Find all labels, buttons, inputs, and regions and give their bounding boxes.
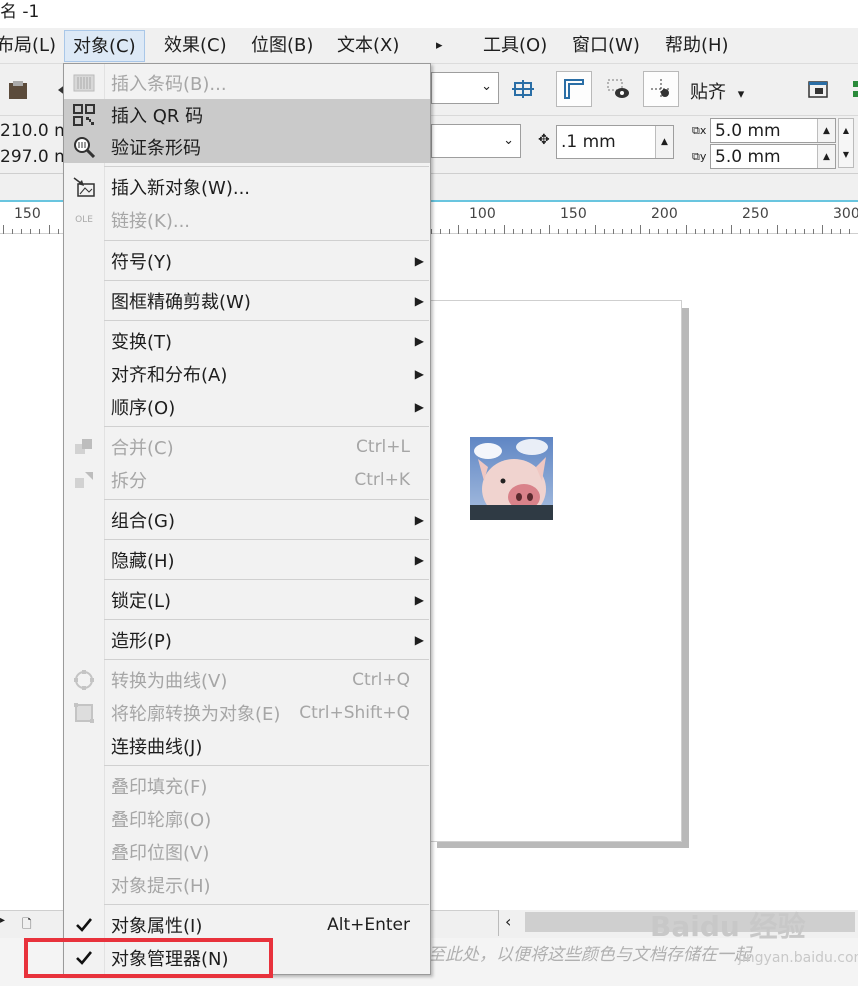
submenu-arrow-icon: ▶ bbox=[414, 366, 424, 381]
zoom-select[interactable]: ⌄ bbox=[431, 72, 499, 104]
checkmark-icon bbox=[64, 908, 104, 941]
menu-shaping[interactable]: 造形(P) ▶ bbox=[64, 623, 430, 656]
convert-curve-icon bbox=[64, 663, 104, 696]
menu-lock[interactable]: 锁定(L) ▶ bbox=[64, 583, 430, 616]
submenu-arrow-icon: ▶ bbox=[414, 512, 424, 527]
duplicate-x-field[interactable]: 5.0 mm ▲▼ bbox=[710, 118, 836, 143]
add-page-icon[interactable]: 🗋 bbox=[22, 915, 32, 936]
break-apart-icon bbox=[64, 463, 104, 496]
menu-join-curves[interactable]: 连接曲线(J) bbox=[64, 729, 430, 762]
rulers-icon[interactable] bbox=[556, 71, 592, 107]
menu-transform[interactable]: 变换(T) ▶ bbox=[64, 324, 430, 357]
menu-order[interactable]: 顺序(O) ▶ bbox=[64, 390, 430, 423]
fit-page-icon[interactable] bbox=[505, 71, 541, 107]
ruler-tick bbox=[594, 225, 596, 234]
options-window-icon[interactable] bbox=[800, 71, 836, 107]
propbar-scroll[interactable]: ▲ ▼ bbox=[838, 118, 854, 168]
object-menu-dropdown: 插入条码(B)... 插入 QR 码 验证条形码 插入新对象(W)... OLE… bbox=[63, 63, 431, 975]
units-select[interactable]: ⌄ bbox=[431, 124, 521, 158]
page-prev-icon[interactable]: ▸ bbox=[0, 915, 5, 926]
combine-icon bbox=[64, 430, 104, 463]
duplicate-x-spinner[interactable]: ▲▼ bbox=[817, 119, 835, 142]
menu-align-distribute[interactable]: 对齐和分布(A) ▶ bbox=[64, 357, 430, 390]
menu-object-hints: 对象提示(H) bbox=[111, 875, 211, 897]
duplicate-y-field[interactable]: 5.0 mm ▲▼ bbox=[710, 144, 836, 169]
nudge-spinner[interactable]: ▲▼ bbox=[655, 126, 673, 158]
magnifier-barcode-icon bbox=[64, 131, 104, 163]
ruler-tick bbox=[503, 225, 505, 234]
submenu-arrow-icon: ▶ bbox=[414, 253, 424, 268]
menu-hide[interactable]: 隐藏(H) ▶ bbox=[64, 543, 430, 576]
window-title: 名 -1 bbox=[0, 0, 858, 28]
menu-text[interactable]: 文本(X) bbox=[329, 28, 407, 64]
menu-combine: 合并(C) Ctrl+L bbox=[64, 430, 430, 463]
ruler-tick bbox=[731, 225, 732, 234]
duplicate-x-icon: ⧉x bbox=[692, 124, 707, 137]
menu-effects[interactable]: 效果(C) bbox=[156, 28, 235, 64]
nudge-distance-field[interactable]: .1 mm ▲▼ bbox=[556, 125, 674, 159]
menu-overprint-fill: 叠印填充(F) bbox=[111, 776, 208, 798]
menu-validate-barcode[interactable]: 验证条形码 bbox=[64, 131, 430, 163]
duplicate-y-spinner[interactable]: ▲▼ bbox=[817, 145, 835, 168]
qr-code-icon bbox=[64, 99, 104, 131]
ole-link-icon: OLE bbox=[75, 215, 93, 225]
document-page[interactable] bbox=[430, 300, 682, 842]
ruler-tick bbox=[48, 225, 50, 234]
ruler-tick bbox=[640, 225, 641, 234]
highlight-annotation-box bbox=[24, 938, 273, 978]
submenu-arrow-icon: ▶ bbox=[414, 552, 424, 567]
menu-bitmap[interactable]: 位图(B) bbox=[243, 28, 321, 64]
pig-photo[interactable] bbox=[470, 437, 553, 520]
ruler-tick bbox=[776, 225, 778, 234]
menu-convert-to-curves: 转换为曲线(V) Ctrl+Q bbox=[64, 663, 430, 696]
menu-object[interactable]: 对象(C) bbox=[64, 30, 145, 62]
menu-window[interactable]: 窗口(W) bbox=[564, 28, 648, 64]
menu-layout[interactable]: 布局(L) bbox=[0, 28, 64, 64]
menu-outline-to-object: 将轮廓转换为对象(E) Ctrl+Shift+Q bbox=[64, 696, 430, 729]
ruler-tick bbox=[685, 225, 687, 234]
barcode-icon bbox=[64, 66, 104, 99]
menu-links: OLE 链接(K)... bbox=[64, 204, 430, 236]
duplicate-y-icon: ⧉y bbox=[692, 150, 707, 163]
menu-help[interactable]: 帮助(H) bbox=[657, 28, 737, 64]
outline-to-object-icon bbox=[64, 696, 104, 729]
menu-break-apart: 拆分 Ctrl+K bbox=[64, 463, 430, 496]
insert-object-icon bbox=[64, 171, 104, 203]
page-width-field[interactable]: 210.0 mm bbox=[0, 119, 66, 144]
menu-powerclip[interactable]: 图框精确剪裁(W) ▶ bbox=[64, 284, 430, 317]
submenu-arrow-icon: ▶ bbox=[414, 632, 424, 647]
submenu-arrow-icon: ▶ bbox=[414, 293, 424, 308]
menu-tools[interactable]: 工具(O) bbox=[475, 28, 555, 64]
menu-more-arrow[interactable]: ▸ bbox=[428, 28, 451, 64]
nudge-icon: ✥ bbox=[538, 132, 550, 148]
clipboard-icon[interactable] bbox=[0, 72, 36, 108]
menu-insert-barcode: 插入条码(B)... bbox=[64, 66, 430, 99]
menu-overprint-bitmap: 叠印位图(V) bbox=[111, 842, 210, 864]
snap-to-dropdown[interactable]: 贴齐 ▾ bbox=[690, 78, 744, 104]
menu-overprint-outline: 叠印轮廓(O) bbox=[111, 809, 212, 831]
menu-group[interactable]: 组合(G) ▶ bbox=[64, 503, 430, 536]
ruler-tick bbox=[549, 225, 550, 234]
ruler-tick bbox=[822, 225, 823, 234]
menu-symbol[interactable]: 符号(Y) ▶ bbox=[64, 244, 430, 277]
page-height-field[interactable]: 297.0 mm bbox=[0, 145, 66, 170]
menu-insert-new-object[interactable]: 插入新对象(W)... bbox=[64, 171, 430, 203]
more-tools-icon[interactable] bbox=[840, 71, 858, 107]
submenu-arrow-icon: ▶ bbox=[414, 399, 424, 414]
submenu-arrow-icon: ▶ bbox=[414, 592, 424, 607]
guidelines-icon[interactable] bbox=[643, 71, 679, 107]
baidu-watermark-url: jingyan.baidu.com bbox=[738, 950, 858, 966]
ruler-tick bbox=[458, 225, 459, 234]
ruler-tick bbox=[3, 225, 4, 234]
baidu-watermark: Baidu 经验 bbox=[650, 910, 806, 943]
menu-bar: 布局(L) 对象(C) 效果(C) 位图(B) 文本(X) ▸ 工具(O) 窗口… bbox=[0, 28, 858, 64]
submenu-arrow-icon: ▶ bbox=[414, 333, 424, 348]
menu-object-properties[interactable]: 对象属性(I) Alt+Enter bbox=[64, 908, 430, 941]
grid-view-icon[interactable] bbox=[600, 71, 636, 107]
scroll-left-icon[interactable]: ‹ bbox=[505, 912, 511, 931]
menu-insert-qr-code[interactable]: 插入 QR 码 bbox=[64, 99, 430, 131]
